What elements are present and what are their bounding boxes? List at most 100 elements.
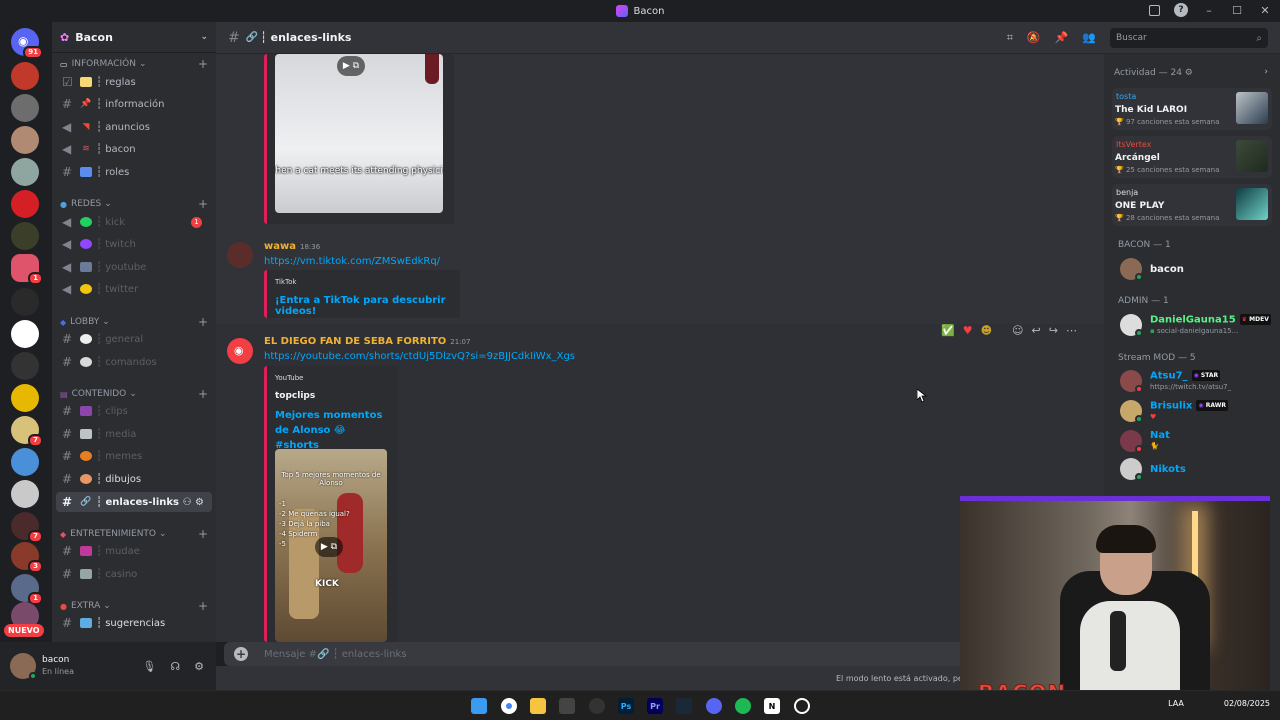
server-icon[interactable] [11,384,39,412]
member-list-icon[interactable]: 👥 [1082,31,1096,45]
message-link[interactable]: https://youtube.com/shorts/ctdUj5DlzvQ?s… [264,351,575,362]
category-extra[interactable]: ● EXTRA ⌄ + [60,599,208,613]
add-channel-icon[interactable]: + [198,57,208,71]
channel-mudae[interactable]: # ┆ mudae [56,541,212,561]
embed-author[interactable]: topclips [275,391,315,401]
video-thumbnail[interactable]: Top 5 mejores momentos de Alonso -1 -2 M… [275,449,387,642]
server-icon[interactable] [11,448,39,476]
category-contenido[interactable]: ▤ CONTENIDO ⌄ + [60,387,208,401]
more-icon[interactable]: ⋯ [1066,324,1077,337]
channel-dibujos[interactable]: # ┆ dibujos [56,469,212,489]
reply-icon[interactable]: ↩ [1032,324,1041,337]
avatar[interactable] [227,242,253,268]
channel-sugerencias[interactable]: # ┆ sugerencias [56,613,212,633]
server-icon[interactable] [11,320,39,348]
steam-icon[interactable] [676,698,692,714]
notion-icon[interactable]: N [764,698,780,714]
channel-memes[interactable]: # ┆ memes [56,446,212,466]
new-badge[interactable]: NUEVO [4,624,44,637]
guild-header[interactable]: ✿ Bacon ⌄ [52,22,216,53]
activity-header[interactable]: Actividad — 24 ⚙ › [1114,67,1274,78]
file-explorer-icon[interactable] [530,698,546,714]
category-informacion[interactable]: ▭ INFORMACIÓN ⌄ + [60,57,208,71]
channel-casino[interactable]: # ┆ casino [56,564,212,584]
avatar[interactable]: ◉ [227,338,253,364]
clock-date[interactable]: 02/08/2025 [1224,699,1270,708]
member-atsu7[interactable]: Atsu7_ ◉ STAR https://twitch.tv/atsu7_ [1120,370,1231,394]
channel-anuncios[interactable]: ◀ ◥ ┆ anuncios [56,117,212,137]
channel-comandos[interactable]: # ┆ comandos [56,352,212,372]
gear-icon[interactable]: ⚙ [194,660,204,673]
language-indicator[interactable]: LAA [1168,699,1184,708]
message-link[interactable]: https://vm.tiktok.com/ZMSwEdkRq/ [264,256,440,267]
invite-settings-icons[interactable]: ⚇ ⚙ [183,497,204,508]
add-channel-icon[interactable]: + [198,197,208,211]
server-icon[interactable]: 3 [11,542,43,573]
threads-icon[interactable]: ⌗ [1007,31,1013,45]
discord-icon[interactable] [706,698,722,714]
server-icon[interactable] [11,288,39,316]
activity-card[interactable]: tosta The Kid LAROI 🏆 97 canciones esta … [1112,88,1272,130]
channel-bacon[interactable]: ◀ ≋ ┆ bacon [56,139,212,159]
channel-kick[interactable]: ◀ ┆ kick 1 [56,212,212,232]
start-windows-icon[interactable] [471,698,487,714]
headphones-icon[interactable]: ☊ [170,660,180,673]
forward-icon[interactable]: ↪ [1049,324,1058,337]
channel-enlaces-links[interactable]: # 🔗 ┆ enlaces-links ⚇ ⚙ [56,492,212,512]
channel-general[interactable]: # ┆ general [56,329,212,349]
channel-youtube[interactable]: ◀ ┆ youtube [56,257,212,277]
channel-reglas[interactable]: ☑ ┆ reglas [56,72,212,92]
avatar[interactable] [10,653,37,680]
server-icon-bacon[interactable]: 1 [11,254,43,285]
member-bacon[interactable]: bacon [1120,258,1184,281]
photoshop-icon[interactable]: Ps [618,698,634,714]
message-author[interactable]: wawa 18:36 [264,241,320,252]
channel-twitch[interactable]: ◀ ┆ twitch [56,234,212,254]
channel-twitter[interactable]: ◀ ┆ twitter [56,279,212,299]
activity-card[interactable]: benja ONE PLAY 🏆 28 canciones esta seman… [1112,184,1272,226]
server-icon[interactable] [11,222,39,250]
embed-title[interactable]: Mejores momentos de Alonso 😂 #shorts [275,408,391,453]
channel-roles[interactable]: # ┆ roles [56,162,212,182]
premiere-icon[interactable]: Pr [647,698,663,714]
category-lobby[interactable]: ◆ LOBBY ⌄ + [60,315,208,329]
member-nat[interactable]: Nat 🐈 [1120,430,1170,453]
add-channel-icon[interactable]: + [198,527,208,541]
obs-icon[interactable] [794,698,810,714]
server-icon[interactable] [11,94,39,122]
app-icon[interactable] [559,698,575,714]
pin-icon[interactable]: 📌 [1055,31,1069,45]
add-channel-icon[interactable]: + [198,599,208,613]
member-brisulix[interactable]: Brisulix ◉ RAWR ♥ [1120,400,1228,424]
play-icon[interactable]: ▶ ⧉ [315,537,343,557]
server-icon[interactable] [11,62,39,90]
attach-plus-icon[interactable]: + [234,647,248,661]
add-channel-icon[interactable]: + [198,315,208,329]
message-author[interactable]: EL DIEGO FAN DE SEBA FORRITO 21:07 [264,336,470,347]
maximize-button[interactable]: ☐ [1230,3,1244,17]
play-icon[interactable]: ▶ ⧉ [337,56,365,76]
server-icon[interactable] [11,190,39,218]
embed-title[interactable]: ¡Entra a TikTok para descubrir videos! [275,295,460,317]
minimize-button[interactable]: – [1202,3,1216,17]
search-input[interactable]: Buscar ⌕ [1110,28,1268,48]
category-redes[interactable]: ● REDES ⌄ + [60,197,208,211]
home-button[interactable]: ◉ 91 [11,28,43,59]
member-danielgauna15[interactable]: DanielGauna15 ♛ MDEV ▪ social-danielgauna1… [1120,314,1271,338]
server-icon[interactable]: 1 [11,574,43,605]
gear-icon[interactable]: ⚙ [1185,68,1193,78]
reaction-check-icon[interactable]: ✅ [941,324,955,337]
server-icon[interactable] [11,158,39,186]
help-icon[interactable]: ? [1174,3,1188,17]
channel-clips[interactable]: # ┆ clips [56,401,212,421]
reaction-heart-icon[interactable]: ♥ [963,324,973,337]
chrome-icon[interactable] [501,698,517,714]
app-icon[interactable] [589,698,605,714]
chevron-right-icon[interactable]: › [1264,67,1268,77]
server-icon[interactable]: 7 [11,512,43,543]
server-icon[interactable] [11,480,39,508]
inbox-icon[interactable] [1149,4,1160,16]
channel-media[interactable]: # ┆ media [56,424,212,444]
add-channel-icon[interactable]: + [198,387,208,401]
notifications-off-icon[interactable]: 🔕 [1027,31,1041,45]
